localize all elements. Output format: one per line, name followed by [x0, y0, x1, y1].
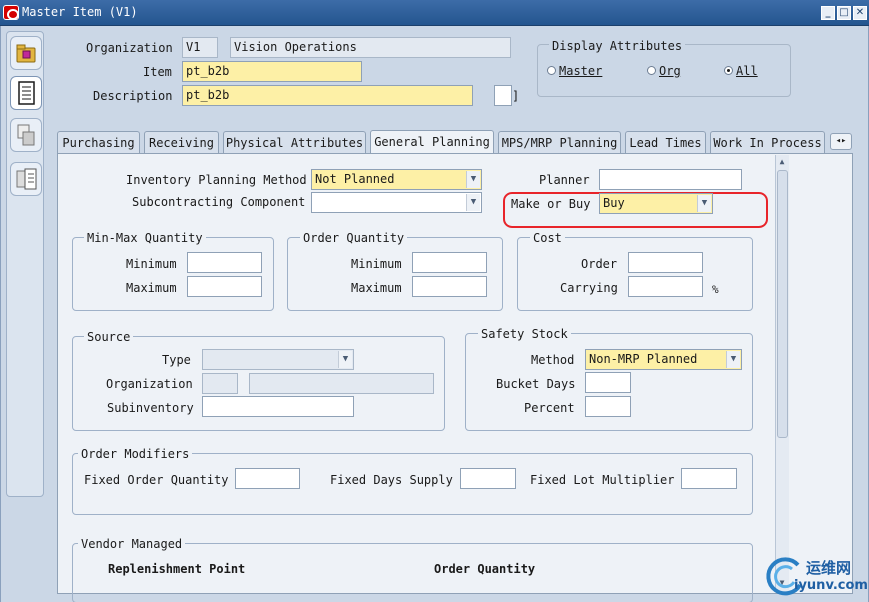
safety-stock-title: Safety Stock	[478, 327, 571, 341]
cost-carrying-field[interactable]	[628, 276, 703, 297]
safety-stock-method-label: Method	[531, 353, 575, 367]
flexfield-button[interactable]	[494, 85, 512, 106]
fixed-order-quantity-field[interactable]	[235, 468, 300, 489]
title-bar: Master Item (V1) _ □ ✕	[0, 0, 869, 26]
document-list-icon[interactable]	[10, 76, 42, 110]
order-quantity-maximum-label: Maximum	[351, 281, 402, 295]
subcontracting-component-select[interactable]: ▼	[311, 192, 482, 213]
oracle-logo-icon	[3, 5, 19, 20]
attachments-icon[interactable]	[10, 118, 42, 152]
bucket-days-label: Bucket Days	[496, 377, 576, 391]
source-title: Source	[84, 330, 134, 344]
cost-order-field[interactable]	[628, 252, 703, 273]
order-quantity-maximum-field[interactable]	[412, 276, 487, 297]
vendor-order-quantity-heading: Order Quantity	[434, 562, 536, 576]
safety-stock-method-select[interactable]: Non-MRP Planned ▼	[585, 349, 742, 370]
scrollbar-thumb[interactable]	[777, 170, 788, 438]
safety-stock-percent-label: Percent	[524, 401, 575, 415]
tab-purchasing[interactable]: Purchasing	[57, 131, 140, 154]
fixed-days-supply-field[interactable]	[460, 468, 516, 489]
all-radio[interactable]	[724, 66, 733, 75]
master-radio[interactable]	[547, 66, 556, 75]
source-organization-name-field[interactable]	[249, 373, 434, 394]
tab-general-planning[interactable]: General Planning	[370, 130, 494, 154]
display-attributes-title: Display Attributes	[549, 39, 686, 53]
order-quantity-title: Order Quantity	[300, 231, 408, 245]
bucket-days-field[interactable]	[585, 372, 631, 393]
make-or-buy-label: Make or Buy	[511, 197, 591, 211]
cost-title: Cost	[530, 231, 565, 245]
tab-physical-attributes[interactable]: Physical Attributes	[223, 131, 366, 154]
organization-name-field[interactable]: Vision Operations	[230, 37, 511, 58]
flexfield-bracket: ]	[512, 89, 520, 103]
all-radio-label[interactable]: All	[736, 64, 758, 78]
tab-mps-mrp-planning[interactable]: MPS/MRP Planning	[498, 131, 621, 154]
cost-carrying-label: Carrying	[560, 281, 618, 295]
chevron-down-icon: ▼	[338, 351, 352, 368]
chevron-down-icon: ▼	[466, 171, 480, 188]
chevron-down-icon: ▼	[726, 351, 740, 368]
safety-stock-percent-field[interactable]	[585, 396, 631, 417]
replenishment-point-heading: Replenishment Point	[108, 562, 246, 576]
make-or-buy-select[interactable]: Buy ▼	[599, 193, 713, 214]
minimize-button[interactable]: _	[821, 6, 835, 20]
inventory-planning-method-label: Inventory Planning Method	[126, 173, 307, 187]
org-radio-label[interactable]: Org	[659, 64, 681, 78]
source-organization-label: Organization	[106, 377, 193, 391]
description-label: Description	[93, 89, 173, 103]
inventory-planning-method-select[interactable]: Not Planned ▼	[311, 169, 482, 190]
maximize-button[interactable]: □	[837, 6, 851, 20]
order-quantity-minimum-field[interactable]	[412, 252, 487, 273]
planner-field[interactable]	[599, 169, 742, 190]
min-max-maximum-label: Maximum	[126, 281, 177, 295]
folder-icon[interactable]	[10, 36, 42, 70]
tab-work-in-process[interactable]: Work In Process	[710, 131, 825, 154]
min-max-minimum-field[interactable]	[187, 252, 262, 273]
chevron-down-icon: ▼	[466, 194, 480, 211]
item-field[interactable]: pt_b2b	[182, 61, 362, 82]
org-radio[interactable]	[647, 66, 656, 75]
percent-sign: %	[712, 283, 719, 296]
chevron-down-icon: ▼	[697, 195, 711, 212]
tab-lead-times[interactable]: Lead Times	[625, 131, 706, 154]
scroll-up-icon[interactable]: ▲	[776, 156, 788, 168]
source-type-label: Type	[162, 353, 191, 367]
min-max-maximum-field[interactable]	[187, 276, 262, 297]
planner-label: Planner	[539, 173, 590, 187]
fixed-lot-multiplier-label: Fixed Lot Multiplier	[530, 473, 675, 487]
description-field[interactable]: pt_b2b	[182, 85, 473, 106]
site-watermark: 运维网 iyunv.com	[764, 553, 868, 599]
min-max-quantity-title: Min-Max Quantity	[84, 231, 206, 245]
order-quantity-group	[287, 237, 503, 311]
close-button[interactable]: ✕	[853, 6, 867, 20]
subcontracting-component-label: Subcontracting Component	[132, 195, 306, 209]
order-modifiers-title: Order Modifiers	[78, 447, 193, 461]
window-title: Master Item (V1)	[22, 5, 138, 19]
vendor-managed-title: Vendor Managed	[78, 537, 186, 551]
source-type-select[interactable]: ▼	[202, 349, 354, 370]
fixed-order-quantity-label: Fixed Order Quantity	[84, 473, 229, 487]
cost-order-label: Order	[581, 257, 618, 271]
watermark-subtext: iyunv.com	[794, 578, 868, 593]
master-radio-label[interactable]: Master	[559, 64, 602, 78]
inventory-planning-method-value: Not Planned	[315, 172, 395, 186]
fixed-days-supply-label: Fixed Days Supply	[330, 473, 453, 487]
source-subinventory-label: Subinventory	[107, 401, 194, 415]
organization-label: Organization	[86, 41, 173, 55]
cost-group	[517, 237, 753, 311]
fixed-lot-multiplier-field[interactable]	[681, 468, 737, 489]
watermark-text: 运维网	[806, 559, 852, 577]
organization-code-field[interactable]: V1	[182, 37, 218, 58]
tab-receiving[interactable]: Receiving	[144, 131, 219, 154]
order-quantity-minimum-label: Minimum	[351, 257, 402, 271]
item-label: Item	[143, 65, 172, 79]
safety-stock-method-value: Non-MRP Planned	[589, 352, 698, 366]
source-subinventory-field[interactable]	[202, 396, 354, 417]
min-max-minimum-label: Minimum	[126, 257, 177, 271]
min-max-quantity-group	[72, 237, 274, 311]
source-organization-code-field[interactable]	[202, 373, 238, 394]
catalog-icon[interactable]	[10, 162, 42, 196]
make-or-buy-value: Buy	[603, 196, 625, 210]
tab-scroll-arrows-icon[interactable]: ◂▸	[830, 133, 852, 150]
